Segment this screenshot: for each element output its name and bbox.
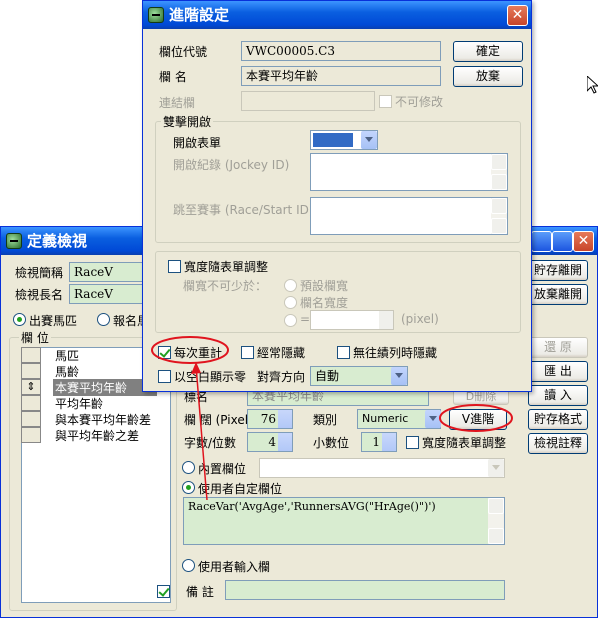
advanced-button-highlight-ellipse — [439, 404, 513, 432]
cursor-icon — [587, 76, 598, 94]
recalc-highlight-ellipse — [151, 336, 229, 364]
annotation-arrow-line — [195, 365, 208, 501]
annotation-overlay — [151, 336, 513, 501]
